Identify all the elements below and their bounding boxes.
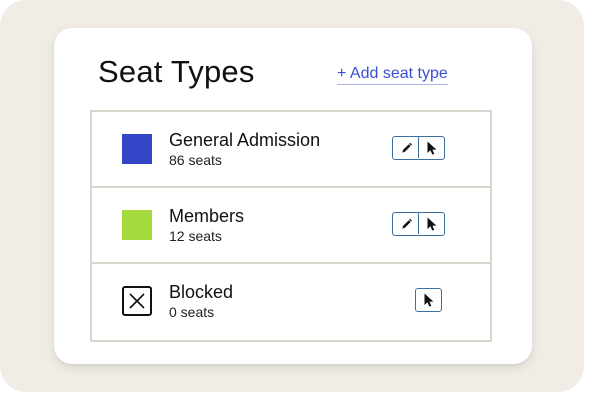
seat-types-card: Seat Types + Add seat type General Admis… bbox=[54, 28, 532, 364]
color-swatch bbox=[122, 134, 152, 164]
seat-type-name: Members bbox=[169, 206, 245, 226]
cursor-icon bbox=[427, 141, 436, 155]
seat-type-count: 12 seats bbox=[169, 228, 222, 244]
select-seats-button[interactable] bbox=[419, 137, 444, 158]
color-swatch bbox=[122, 210, 152, 240]
edit-button[interactable] bbox=[393, 137, 419, 158]
add-seat-type-link[interactable]: + Add seat type bbox=[337, 65, 448, 85]
select-seats-button[interactable] bbox=[416, 289, 441, 310]
seat-type-name: General Admission bbox=[169, 130, 321, 150]
row-actions bbox=[392, 212, 445, 236]
cursor-icon bbox=[427, 217, 436, 231]
row-actions bbox=[415, 288, 442, 312]
seat-type-count: 0 seats bbox=[169, 304, 215, 320]
select-seats-button[interactable] bbox=[419, 213, 444, 234]
pencil-icon bbox=[401, 218, 412, 229]
seat-type-row-blocked: Blocked 0 seats bbox=[92, 264, 490, 340]
row-actions bbox=[392, 136, 445, 160]
x-icon bbox=[129, 293, 145, 309]
pencil-icon bbox=[401, 142, 412, 153]
cursor-icon bbox=[424, 293, 433, 307]
blocked-swatch bbox=[122, 286, 152, 316]
edit-button[interactable] bbox=[393, 213, 419, 234]
seat-type-name: Blocked bbox=[169, 282, 234, 302]
seat-type-list: General Admission 86 seats Members 12 se… bbox=[90, 110, 492, 342]
seat-type-count: 86 seats bbox=[169, 152, 222, 168]
seat-type-row-members: Members 12 seats bbox=[92, 188, 490, 264]
seat-type-row-general-admission: General Admission 86 seats bbox=[92, 112, 490, 188]
page-title: Seat Types bbox=[98, 54, 255, 89]
